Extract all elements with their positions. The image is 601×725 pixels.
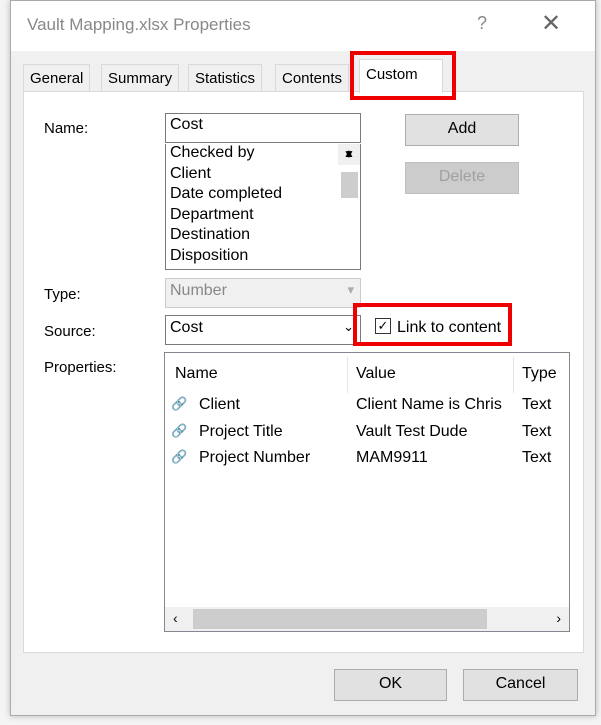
link-icon: 🔗 [171,396,188,411]
type-select[interactable]: Number ▾ [165,278,361,308]
tab-statistics[interactable]: Statistics [188,64,263,92]
cancel-button[interactable]: Cancel [463,669,578,701]
column-header-name[interactable]: Name [175,365,218,383]
scroll-thumb[interactable] [193,609,487,629]
row-name: Client [199,396,240,413]
link-icon: 🔗 [171,423,188,438]
name-list[interactable]: Checked by Client Date completed Departm… [165,144,361,270]
row-name: Project Number [199,449,311,466]
properties-list[interactable]: Name Value Type 🔗 Client Client Name is … [164,352,570,632]
title-bar: Vault Mapping.xlsx Properties ? ✕ [11,1,595,51]
name-label: Name: [44,120,89,137]
row-type: Text [522,423,552,440]
row-value: MAM9911 [356,449,428,466]
horizontal-scrollbar[interactable]: ‹ › [165,607,569,631]
list-item[interactable]: Department [166,206,360,227]
ok-button[interactable]: OK [334,669,447,701]
tab-contents[interactable]: Contents [275,64,350,92]
type-value: Number [170,282,227,299]
delete-button[interactable]: Delete [405,162,519,194]
row-value: Client Name is Chris [356,396,502,413]
list-scrollbar[interactable]: ▲ ▼ [338,144,360,198]
list-item[interactable]: Destination [166,226,360,247]
source-label: Source: [44,323,96,340]
scroll-thumb[interactable] [341,172,358,198]
list-item[interactable]: Disposition [166,247,360,268]
custom-tab-highlight [350,51,456,100]
link-to-content-highlight [353,303,512,346]
type-label: Type: [44,286,81,303]
add-button[interactable]: Add [405,114,519,146]
custom-tab-panel: Name: Cost Checked by Client Date comple… [23,91,584,653]
source-select[interactable]: Cost ⌄ [165,315,361,345]
column-header-type[interactable]: Type [522,365,557,383]
list-item[interactable]: Date completed [166,185,360,206]
column-header-value[interactable]: Value [356,365,396,383]
row-type: Text [522,396,552,413]
chevron-down-icon: ▾ [347,282,354,297]
row-type: Text [522,449,552,466]
help-icon[interactable]: ? [477,13,487,34]
properties-dialog: Vault Mapping.xlsx Properties ? ✕ Genera… [10,0,596,716]
list-item[interactable]: Checked by [166,144,360,165]
link-icon: 🔗 [171,449,188,464]
close-icon[interactable]: ✕ [541,9,561,38]
row-value: Vault Test Dude [356,423,468,440]
scroll-down-icon[interactable]: ▼ [343,147,355,161]
name-input[interactable]: Cost [165,113,361,143]
source-value: Cost [170,319,203,336]
scroll-right-icon[interactable]: › [556,610,561,626]
row-name: Project Title [199,423,283,440]
tab-summary[interactable]: Summary [101,64,180,92]
scroll-left-icon[interactable]: ‹ [173,610,178,626]
tab-general[interactable]: General [23,64,91,92]
dialog-title: Vault Mapping.xlsx Properties [27,15,251,34]
properties-label: Properties: [44,359,117,376]
list-item[interactable]: Client [166,165,360,186]
